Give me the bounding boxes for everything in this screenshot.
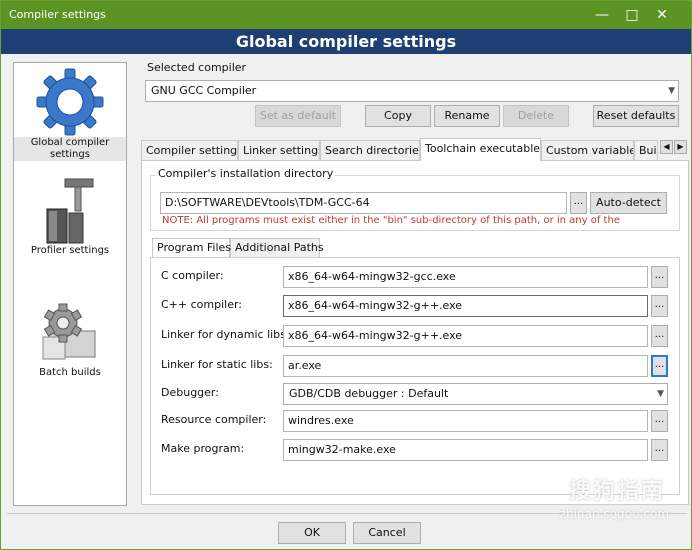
settings-sidebar: Global compiler settings Profiler settin… [13, 62, 127, 506]
tab-program-files[interactable]: Program Files [152, 238, 231, 257]
caliper-icon [46, 178, 94, 244]
copy-button[interactable]: Copy [365, 105, 431, 127]
sidebar-item-profiler[interactable]: Profiler settings [14, 175, 126, 257]
tab-scroll-right-icon[interactable]: ▶ [674, 140, 687, 154]
tab-linker-settings[interactable]: Linker settings [238, 140, 320, 161]
set-as-default-button[interactable]: Set as default [255, 105, 341, 127]
sidebar-item-global-compiler[interactable]: Global compiler settings [14, 67, 126, 161]
make-program-label: Make program: [161, 442, 245, 455]
install-dir-input[interactable]: D:\SOFTWARE\DEVtools\TDM-GCC-64 [160, 192, 567, 214]
chevron-down-icon: ▼ [657, 389, 664, 399]
resource-compiler-label: Resource compiler: [161, 413, 267, 426]
tab-search-directories[interactable]: Search directories [320, 140, 420, 161]
static-linker-browse-button[interactable]: ... [651, 355, 668, 377]
make-program-input[interactable]: mingw32-make.exe [283, 439, 648, 461]
dynamic-linker-browse-button[interactable]: ... [651, 325, 668, 347]
install-dir-note: NOTE: All programs must exist either in … [162, 215, 620, 226]
program-files-pane: C compiler: x86_64-w64-mingw32-gcc.exe .… [150, 257, 680, 495]
cpp-compiler-input[interactable]: x86_64-w64-mingw32-g++.exe [283, 295, 648, 317]
page-title: Global compiler settings [1, 29, 691, 54]
compiler-select-value: GNU GCC Compiler [151, 84, 257, 97]
sidebar-item-label: Batch builds [39, 367, 101, 378]
tab-build-options[interactable]: Bui [634, 140, 658, 161]
title-bar: Compiler settings — □ ✕ [1, 1, 691, 29]
selected-compiler-label: Selected compiler [147, 61, 247, 74]
install-dir-legend: Compiler's installation directory [156, 167, 336, 180]
resource-compiler-input[interactable]: windres.exe [283, 410, 648, 432]
chevron-down-icon: ▼ [668, 86, 675, 96]
debugger-select-value: GDB/CDB debugger : Default [289, 387, 449, 400]
watermark-url: zhinan.sogou.com [559, 507, 669, 521]
cpp-compiler-label: C++ compiler: [161, 298, 243, 311]
install-dir-browse-button[interactable]: ... [570, 192, 587, 214]
static-linker-input[interactable]: ar.exe [283, 355, 648, 377]
tab-toolchain-executables[interactable]: Toolchain executables [420, 138, 541, 161]
minimize-icon[interactable]: — [587, 4, 617, 26]
sidebar-item-batch-builds[interactable]: Batch builds [14, 297, 126, 379]
ok-button[interactable]: OK [278, 522, 346, 544]
static-linker-label: Linker for static libs: [161, 358, 273, 371]
delete-button[interactable]: Delete [503, 105, 569, 127]
c-compiler-browse-button[interactable]: ... [651, 266, 668, 288]
debugger-label: Debugger: [161, 386, 219, 399]
window-title: Compiler settings [9, 8, 106, 21]
tab-additional-paths[interactable]: Additional Paths [230, 238, 324, 257]
rename-button[interactable]: Rename [434, 105, 500, 127]
watermark-brand: 搜狗指南 [568, 479, 665, 504]
compiler-select[interactable]: GNU GCC Compiler ▼ [145, 80, 679, 102]
debugger-select[interactable]: GDB/CDB debugger : Default ▼ [283, 383, 668, 405]
sidebar-item-label: Profiler settings [30, 245, 110, 256]
c-compiler-input[interactable]: x86_64-w64-mingw32-gcc.exe [283, 266, 648, 288]
tab-scroll-left-icon[interactable]: ◀ [660, 140, 673, 154]
dynamic-linker-label: Linker for dynamic libs: [161, 328, 290, 341]
compiler-settings-window: Compiler settings — □ ✕ Global compiler … [0, 0, 692, 550]
toolchain-executables-pane: Compiler's installation directory D:\SOF… [141, 160, 689, 505]
auto-detect-button[interactable]: Auto-detect [590, 192, 667, 214]
tab-custom-variables[interactable]: Custom variables [541, 140, 634, 161]
cancel-button[interactable]: Cancel [353, 522, 421, 544]
resource-compiler-browse-button[interactable]: ... [651, 410, 668, 432]
batch-gears-icon [42, 303, 96, 360]
tab-compiler-settings[interactable]: Compiler settings [141, 140, 238, 161]
make-program-browse-button[interactable]: ... [651, 439, 668, 461]
reset-defaults-button[interactable]: Reset defaults [593, 105, 679, 127]
dynamic-linker-input[interactable]: x86_64-w64-mingw32-g++.exe [283, 325, 648, 347]
sidebar-item-label: Global compiler settings [14, 137, 126, 161]
gear-icon [36, 68, 104, 136]
c-compiler-label: C compiler: [161, 269, 224, 282]
cpp-compiler-browse-button[interactable]: ... [651, 295, 668, 317]
maximize-icon[interactable]: □ [617, 4, 647, 26]
close-icon[interactable]: ✕ [647, 4, 677, 26]
